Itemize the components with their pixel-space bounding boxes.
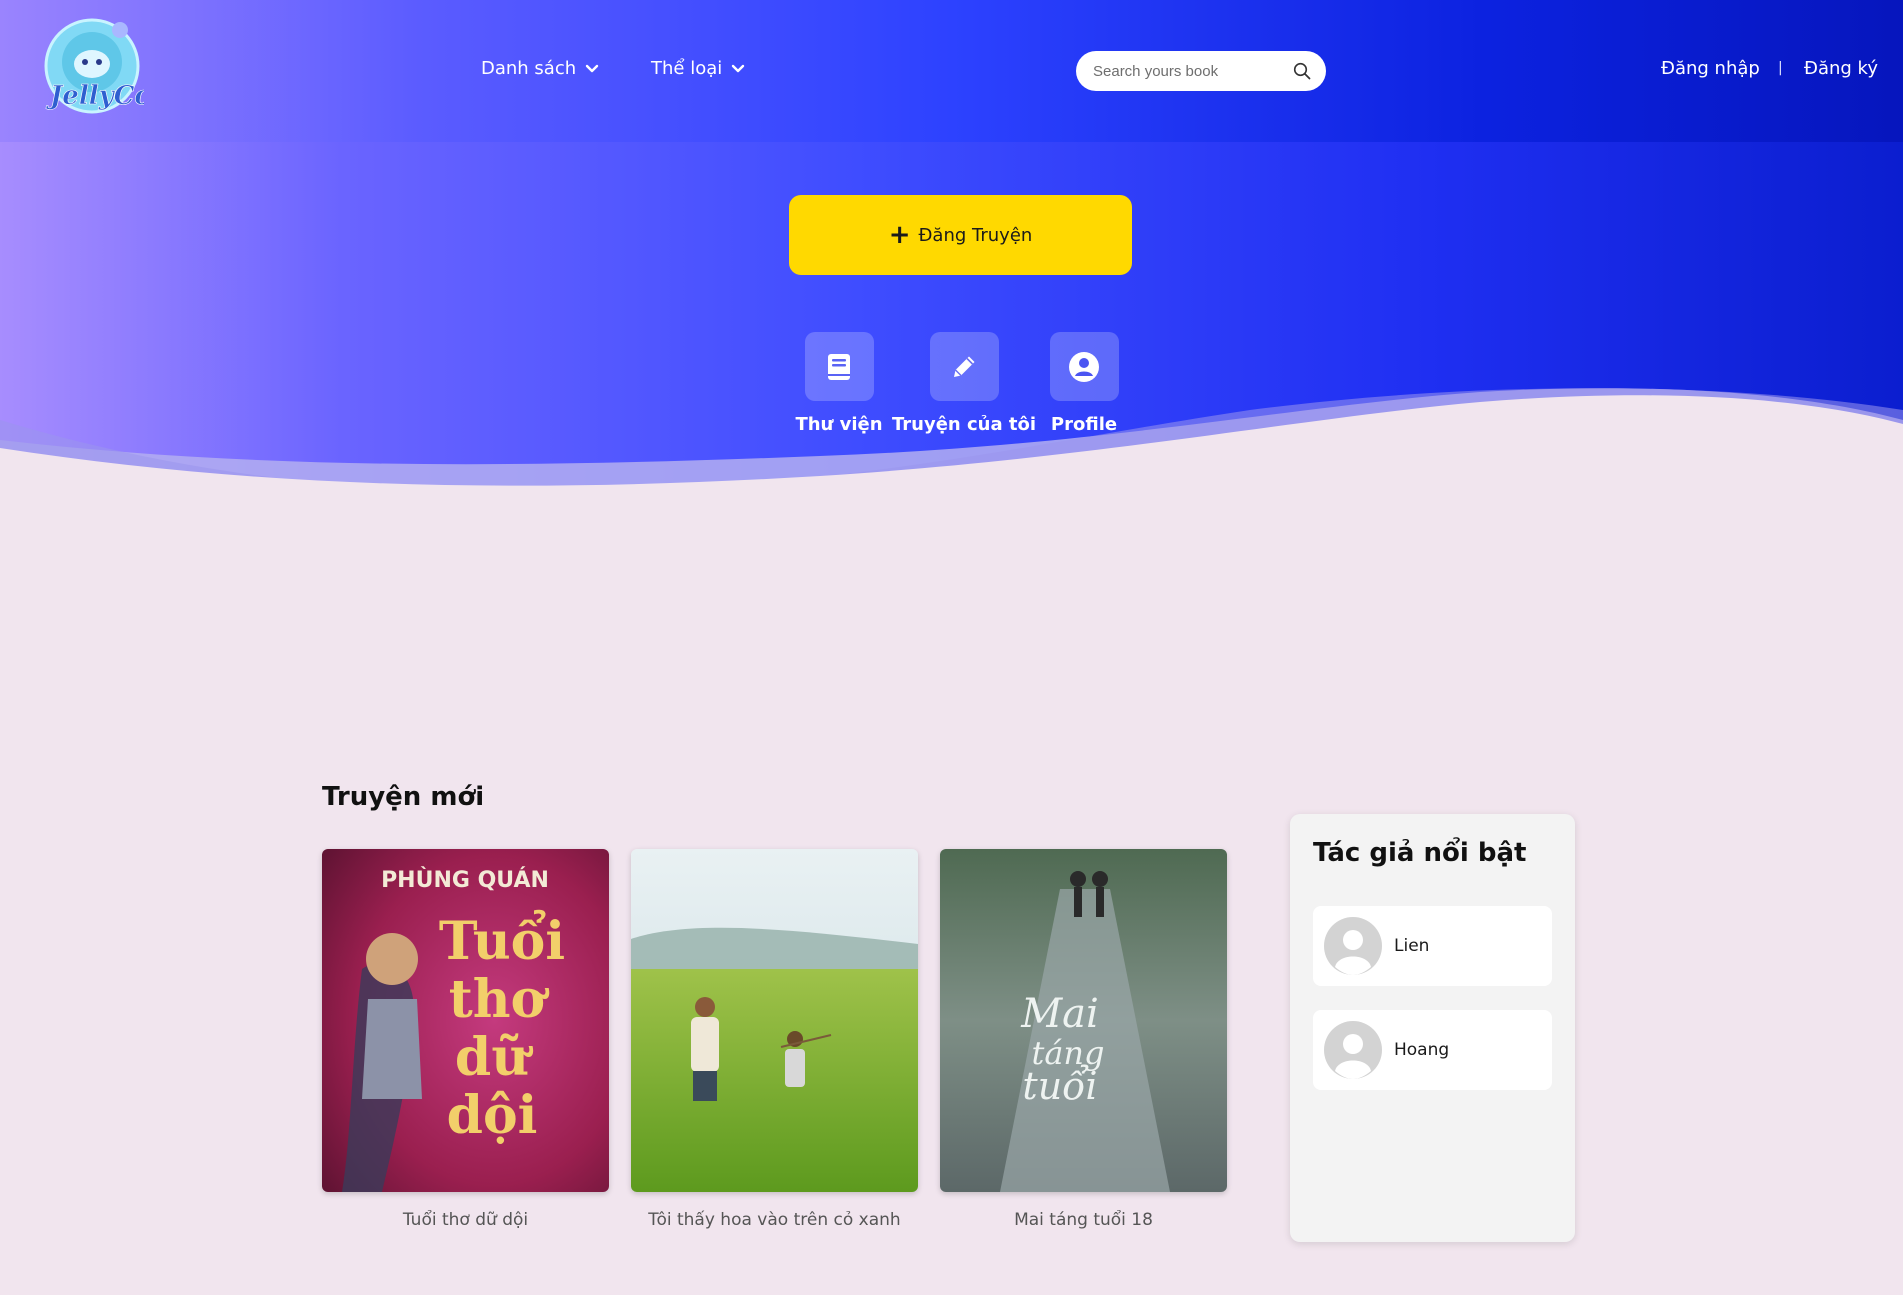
book-cover[interactable]: [631, 849, 918, 1192]
nav-the-loai-label: Thể loại: [651, 58, 723, 79]
pencil-icon: [954, 356, 975, 377]
quick-link-library-label: Thư viện: [795, 414, 883, 435]
quick-link-tile: [804, 332, 874, 401]
quick-link-tile: [929, 332, 999, 401]
user-circle-icon: [1069, 351, 1099, 382]
search-icon[interactable]: [1292, 61, 1312, 81]
cover-title-line: dữ: [455, 1027, 533, 1088]
book-card[interactable]: Tôi thấy hoa vào trên cỏ xanh: [631, 849, 918, 1230]
nav-the-loai[interactable]: Thể loại: [651, 58, 746, 79]
post-story-label: Đăng Truyện: [918, 224, 1033, 246]
svg-text:JellyCo: JellyCo: [45, 81, 144, 111]
book-title[interactable]: Tôi thấy hoa vào trên cỏ xanh: [648, 1210, 900, 1230]
featured-authors-card: Tác giả nổi bật Lien Hoang: [1290, 814, 1575, 1242]
cover-title-line: thơ: [449, 969, 550, 1030]
quick-link-my-stories[interactable]: Truyện của tôi: [891, 332, 1037, 435]
cover-author-text: PHÙNG QUÁN: [381, 867, 549, 893]
search-input[interactable]: [1093, 62, 1283, 80]
book-cover[interactable]: Mai táng tuổi: [940, 849, 1227, 1192]
post-story-button[interactable]: + Đăng Truyện: [789, 195, 1132, 275]
author-item[interactable]: Hoang: [1313, 1010, 1552, 1090]
quick-link-profile[interactable]: Profile: [1036, 332, 1132, 435]
quick-link-tile: [1049, 332, 1119, 401]
author-name: Lien: [1394, 936, 1430, 956]
register-link[interactable]: Đăng ký: [1804, 58, 1878, 79]
new-stories-title: Truyện mới: [322, 782, 485, 812]
featured-authors-title: Tác giả nổi bật: [1313, 838, 1527, 868]
login-link[interactable]: Đăng nhập: [1661, 58, 1760, 79]
jellyco-logo[interactable]: JellyCo: [40, 12, 152, 124]
nav-danh-sach[interactable]: Danh sách: [481, 58, 600, 79]
cover-title-line: dội: [447, 1085, 538, 1146]
auth-separator: |: [1778, 60, 1783, 76]
quick-link-my-stories-label: Truyện của tôi: [891, 414, 1037, 435]
quick-link-library[interactable]: Thư viện: [791, 332, 887, 435]
book-cover-image: [631, 849, 918, 1192]
nav-danh-sach-label: Danh sách: [481, 58, 577, 79]
author-name: Hoang: [1394, 1040, 1450, 1060]
quick-link-profile-label: Profile: [1050, 414, 1118, 435]
book-title[interactable]: Mai táng tuổi 18: [1014, 1210, 1153, 1230]
avatar: [1324, 1021, 1382, 1079]
cover-title-line: Mai: [1020, 991, 1099, 1037]
book-card[interactable]: Mai táng tuổi Mai táng tuổi 18: [940, 849, 1227, 1230]
search-box: [1076, 51, 1326, 91]
book-icon: [828, 353, 850, 380]
book-cover[interactable]: PHÙNG QUÁN Tuổi thơ dữ dội: [322, 849, 609, 1192]
book-cover-image: PHÙNG QUÁN Tuổi thơ dữ dội: [322, 849, 609, 1192]
plus-icon: +: [888, 220, 911, 250]
cover-title-line: Tuổi: [439, 910, 565, 972]
book-cover-image: Mai táng tuổi: [940, 849, 1227, 1192]
author-item[interactable]: Lien: [1313, 906, 1552, 986]
chevron-down-icon: [585, 64, 599, 72]
book-title[interactable]: Tuổi thơ dữ dội: [403, 1210, 528, 1230]
cover-title-line: tuổi: [1022, 1064, 1097, 1108]
avatar: [1324, 917, 1382, 975]
book-card[interactable]: PHÙNG QUÁN Tuổi thơ dữ dội Tuổi thơ dữ d…: [322, 849, 609, 1230]
chevron-down-icon: [732, 64, 745, 72]
